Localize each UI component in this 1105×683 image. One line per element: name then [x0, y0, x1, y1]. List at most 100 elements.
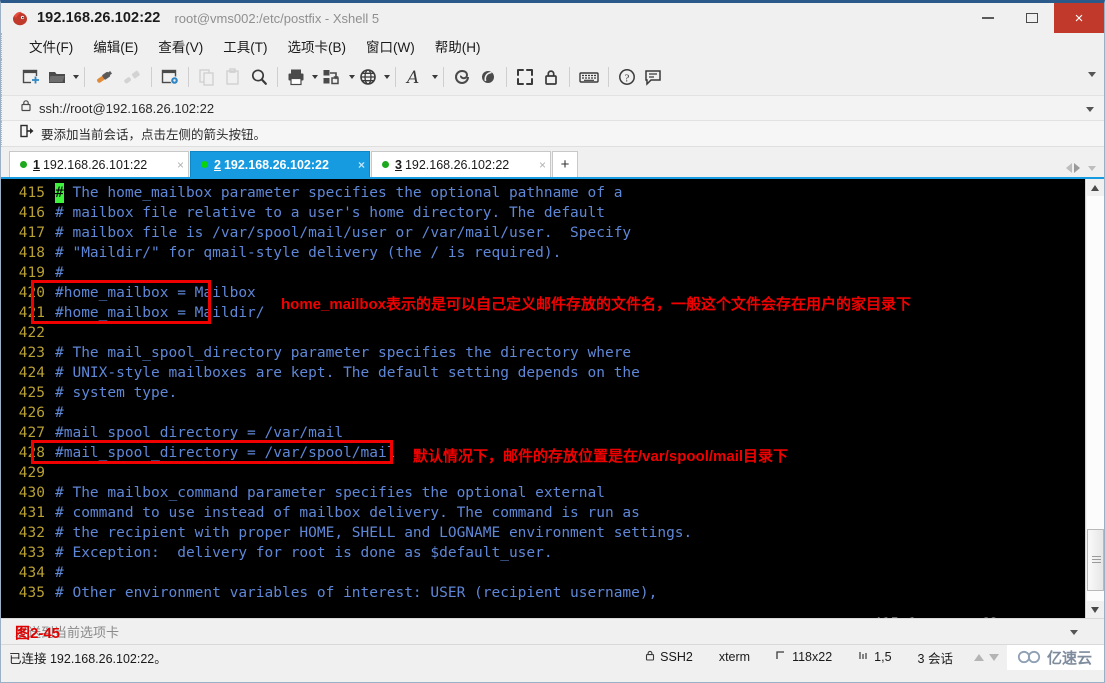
menu-item-tools[interactable]: 工具(T) [214, 34, 276, 58]
tab-session-3[interactable]: 3 192.168.26.102:22 × [371, 151, 551, 177]
terminal-line: 432 # the recipient with proper HOME, SHE… [9, 523, 1085, 543]
toolbar-separator [443, 67, 444, 87]
globe-icon[interactable] [355, 62, 381, 92]
tab-bar: 1 192.168.26.101:22 × 2 192.168.26.102:2… [1, 147, 1104, 177]
open-folder-icon[interactable] [44, 62, 70, 92]
tab-close-icon[interactable]: × [348, 158, 365, 172]
terminal-line-text: # Exception: delivery for root is done a… [55, 545, 553, 561]
xshell-icon [11, 9, 29, 27]
terminal-line-number: 421 [18, 305, 45, 321]
tab-status-dot-icon [20, 161, 27, 168]
terminal-line: 418 # "Maildir/" for qmail-style delivery… [9, 243, 1085, 263]
status-transfer-indicators [966, 653, 1007, 661]
globe-dropdown-icon[interactable] [384, 75, 390, 79]
new-session-icon[interactable] [18, 62, 44, 92]
status-protocol-label: SSH2 [660, 650, 693, 664]
tab-close-icon[interactable]: × [529, 158, 546, 172]
scrollbar-up-button[interactable] [1086, 179, 1104, 196]
terminal-line: 415 # The home_mailbox parameter specifie… [9, 183, 1085, 203]
scrollbar-down-button[interactable] [1086, 601, 1104, 618]
terminal-line: 419 # [9, 263, 1085, 283]
terminal-line: 431 # command to use instead of mailbox d… [9, 503, 1085, 523]
resize-icon [776, 650, 787, 664]
terminal-line-number: 426 [18, 405, 45, 421]
menu-item-window[interactable]: 窗口(W) [357, 34, 424, 58]
terminal-line-number: 430 [18, 485, 45, 501]
terminal-line: 426 # [9, 403, 1085, 423]
new-tab-button[interactable]: + [552, 151, 578, 177]
terminal-line-number: 415 [18, 185, 45, 201]
terminal-line-text: # command to use instead of mailbox deli… [55, 505, 640, 521]
annotation-text: home_mailbox表示的是可以自己定义邮件存放的文件名，一般这个文件会存在… [281, 296, 912, 313]
help-icon[interactable]: ? [614, 62, 640, 92]
terminal-scrollbar[interactable] [1085, 179, 1104, 618]
lock-icon [645, 650, 655, 664]
find-icon[interactable] [246, 62, 272, 92]
keyboard-icon[interactable] [575, 62, 603, 92]
toolbar-separator [188, 67, 189, 87]
cursor-icon [858, 650, 869, 664]
terminal-line-text: # The mail_spool_directory parameter spe… [55, 345, 632, 361]
tab-index: 3 [395, 157, 402, 172]
terminal-line-number: 434 [18, 565, 45, 581]
terminal-line-number: 427 [18, 425, 45, 441]
terminal-line-number: 418 [18, 245, 45, 261]
toolbar-overflow-icon[interactable] [1088, 72, 1096, 77]
send-to-dropdown-icon[interactable] [1070, 630, 1078, 635]
tab-list-dropdown-icon[interactable] [1088, 165, 1096, 171]
menu-item-tabs[interactable]: 选项卡(B) [279, 34, 356, 58]
terminal-line: 422 [9, 323, 1085, 343]
font-icon[interactable]: A [401, 62, 429, 92]
scrollbar-thumb[interactable] [1086, 529, 1104, 591]
comment-icon[interactable] [640, 62, 666, 92]
fullscreen-icon[interactable] [512, 62, 538, 92]
close-button[interactable]: × [1054, 3, 1104, 33]
tab-scroll-right-icon[interactable] [1074, 163, 1080, 173]
open-folder-dropdown-icon[interactable] [73, 75, 79, 79]
menu-item-help[interactable]: 帮助(H) [426, 34, 490, 58]
file-transfer-icon[interactable] [318, 62, 346, 92]
tab-close-icon[interactable]: × [167, 158, 184, 172]
tab-session-2[interactable]: 2 192.168.26.102:22 × [190, 151, 370, 177]
toolbar-separator [277, 67, 278, 87]
toolbar-separator [395, 67, 396, 87]
font-dropdown-icon[interactable] [432, 75, 438, 79]
terminal-screen[interactable]: 415 # The home_mailbox parameter specifie… [1, 179, 1085, 618]
terminal-line-text: #mail_spool_directory = /var/mail [55, 425, 344, 441]
terminal-line-text: # The mailbox_command parameter specifie… [55, 485, 605, 501]
menu-item-file[interactable]: 文件(F) [20, 34, 82, 58]
address-bar[interactable]: ssh://root@192.168.26.102:22 [1, 95, 1104, 121]
watermark-text: 亿速云 [1046, 649, 1092, 667]
terminal-line-text: # [55, 565, 64, 581]
tab-scroll-left-icon[interactable] [1066, 163, 1072, 173]
tab-status-dot-icon [201, 161, 208, 168]
menu-item-edit[interactable]: 编辑(E) [84, 34, 147, 58]
tab-label: 192.168.26.102:22 [404, 157, 510, 172]
disconnect-icon [118, 62, 146, 92]
address-input[interactable]: ssh://root@192.168.26.102:22 [39, 101, 214, 116]
minimize-button[interactable] [966, 3, 1010, 33]
tab-session-1[interactable]: 1 192.168.26.101:22 × [9, 151, 189, 177]
connect-icon[interactable] [90, 62, 118, 92]
ssh-tunnel-icon[interactable] [449, 62, 475, 92]
terminal-line-number: 422 [18, 325, 45, 341]
close-icon: × [1074, 9, 1084, 27]
address-dropdown-icon[interactable] [1086, 107, 1094, 112]
terminal-line-text: # UNIX-style mailboxes are kept. The def… [55, 365, 640, 381]
terminal-line-number: 420 [18, 285, 45, 301]
maximize-button[interactable] [1010, 3, 1054, 33]
add-session-icon[interactable] [20, 124, 34, 143]
terminal-line-text: # the recipient with proper HOME, SHELL … [55, 525, 693, 541]
send-to-bar[interactable]: 发送到当前选项卡 图2-45 [1, 618, 1104, 644]
scrollbar-track[interactable] [1086, 196, 1104, 601]
print-icon[interactable] [283, 62, 309, 92]
terminal-line-number: 431 [18, 505, 45, 521]
status-sessions: 3 会话 [917, 651, 953, 666]
menu-item-view[interactable]: 查看(V) [149, 34, 212, 58]
terminal-line-text: # mailbox file relative to a user's home… [55, 205, 605, 221]
terminal-line: 430 # The mailbox_command parameter speci… [9, 483, 1085, 503]
lock-icon[interactable] [538, 62, 564, 92]
compose-icon[interactable] [475, 62, 501, 92]
terminal-line: 435 # Other environment variables of inte… [9, 583, 1085, 603]
session-properties-icon[interactable] [157, 62, 183, 92]
